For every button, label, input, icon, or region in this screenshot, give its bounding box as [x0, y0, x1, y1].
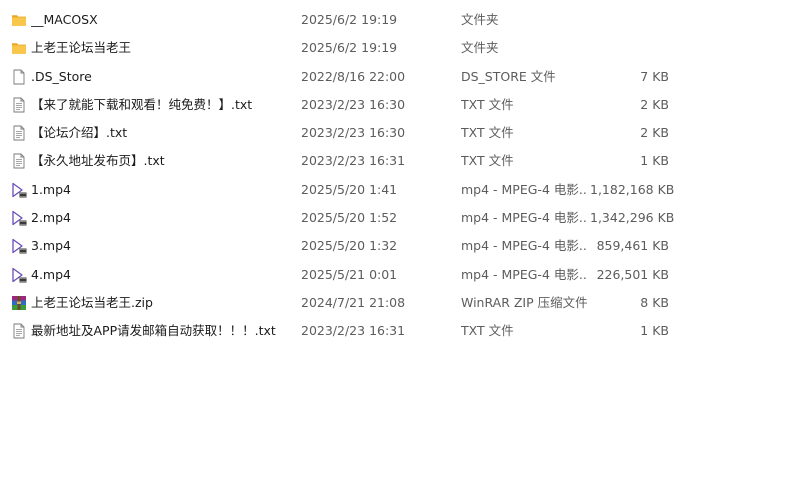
file-date-modified: 2024/7/21 21:08 — [301, 294, 406, 310]
file-name: 3.mp4 — [31, 238, 71, 254]
file-row[interactable]: 2.mp4 2025/5/20 1:52 mp4 - MPEG-4 电影... 1,3… — [0, 204, 800, 232]
file-date-modified: 2023/2/23 16:30 — [301, 96, 406, 112]
file-date-modified: 2025/6/2 19:19 — [301, 12, 398, 27]
file-name: 【来了就能下载和观看！纯免费！】.txt — [31, 96, 253, 112]
video-file-icon — [11, 267, 27, 283]
text-file-icon — [11, 323, 27, 339]
file-type: TXT 文件 — [461, 153, 514, 169]
file-name: 上老王论坛当老王.zip — [31, 294, 153, 310]
file-size — [590, 6, 669, 34]
file-row[interactable]: 【永久地址发布页】.txt 2023/2/23 16:31 TXT 文件 1 KB — [0, 147, 800, 175]
file-date-modified: 2023/2/23 16:31 — [301, 323, 406, 339]
file-row[interactable]: .DS_Store 2022/8/16 22:00 DS_STORE 文件 7 KB — [0, 63, 800, 91]
file-size — [590, 34, 669, 62]
file-size: 2 KB — [640, 125, 669, 141]
file-name: 1.mp4 — [31, 181, 71, 197]
file-type: 文件夹 — [461, 12, 499, 27]
file-date-modified: 2023/2/23 16:30 — [301, 125, 406, 141]
file-type: TXT 文件 — [461, 96, 514, 112]
file-row[interactable]: 最新地址及APP请发邮箱自动获取！！！.txt 2023/2/23 16:31 TX… — [0, 317, 800, 345]
file-name: 最新地址及APP请发邮箱自动获取！！！.txt — [31, 323, 276, 339]
file-list: __MACOSX 2025/6/2 19:19 文件夹 上老王论坛当老王 2025/6/… — [0, 6, 800, 346]
file-row[interactable]: 3.mp4 2025/5/20 1:32 mp4 - MPEG-4 电影... 859… — [0, 232, 800, 260]
video-file-icon — [11, 210, 27, 226]
file-name: .DS_Store — [31, 68, 92, 84]
file-name: 【论坛介绍】.txt — [31, 125, 128, 141]
video-file-icon — [11, 238, 27, 254]
text-file-icon — [11, 97, 27, 113]
file-row[interactable]: 4.mp4 2025/5/21 0:01 mp4 - MPEG-4 电影... 226… — [0, 261, 800, 289]
file-size: 226,501 KB — [596, 266, 669, 282]
video-file-icon — [11, 182, 27, 198]
folder-icon — [11, 40, 27, 56]
file-name: 2.mp4 — [31, 210, 71, 226]
file-type: mp4 - MPEG-4 电影... — [461, 210, 587, 226]
file-type: mp4 - MPEG-4 电影... — [461, 238, 587, 254]
file-date-modified: 2022/8/16 22:00 — [301, 68, 406, 84]
file-type: 文件夹 — [461, 40, 499, 56]
file-date-modified: 2025/5/21 0:01 — [301, 266, 398, 282]
file-row[interactable]: 上老王论坛当老王 2025/6/2 19:19 文件夹 — [0, 34, 800, 62]
file-date-modified: 2025/5/20 1:41 — [301, 181, 398, 197]
file-size: 2 KB — [640, 96, 669, 112]
file-name: 【永久地址发布页】.txt — [31, 153, 165, 169]
file-name: 4.mp4 — [31, 266, 71, 282]
file-size: 8 KB — [640, 294, 669, 310]
file-type: TXT 文件 — [461, 323, 514, 339]
file-size: 7 KB — [640, 68, 669, 84]
file-date-modified: 2025/5/20 1:52 — [301, 210, 398, 226]
file-name: 上老王论坛当老王 — [31, 40, 132, 56]
file-type: WinRAR ZIP 压缩文件 — [461, 294, 587, 310]
file-type: TXT 文件 — [461, 125, 514, 141]
file-size: 1 KB — [640, 323, 669, 339]
file-name: __MACOSX — [31, 12, 98, 27]
file-row[interactable]: 1.mp4 2025/5/20 1:41 mp4 - MPEG-4 电影... 1,1… — [0, 176, 800, 204]
winrar-archive-icon — [11, 295, 27, 311]
file-row[interactable]: __MACOSX 2025/6/2 19:19 文件夹 — [0, 6, 800, 34]
file-size: 1,182,168 KB — [590, 181, 675, 197]
file-date-modified: 2025/5/20 1:32 — [301, 238, 398, 254]
blank-file-icon — [11, 69, 27, 85]
folder-icon — [11, 12, 27, 28]
file-type: mp4 - MPEG-4 电影... — [461, 181, 587, 197]
file-type: DS_STORE 文件 — [461, 68, 556, 84]
file-size: 859,461 KB — [596, 238, 669, 254]
file-date-modified: 2023/2/23 16:31 — [301, 153, 406, 169]
text-file-icon — [11, 153, 27, 169]
text-file-icon — [11, 125, 27, 141]
file-date-modified: 2025/6/2 19:19 — [301, 40, 398, 56]
file-row[interactable]: 【来了就能下载和观看！纯免费！】.txt 2023/2/23 16:30 TXT 文… — [0, 91, 800, 119]
file-size: 1,342,296 KB — [590, 210, 675, 226]
file-type: mp4 - MPEG-4 电影... — [461, 266, 587, 282]
file-size: 1 KB — [640, 153, 669, 169]
file-row[interactable]: 【论坛介绍】.txt 2023/2/23 16:30 TXT 文件 2 KB — [0, 119, 800, 147]
file-row[interactable]: 上老王论坛当老王.zip 2024/7/21 21:08 WinRAR ZIP 压缩… — [0, 289, 800, 317]
